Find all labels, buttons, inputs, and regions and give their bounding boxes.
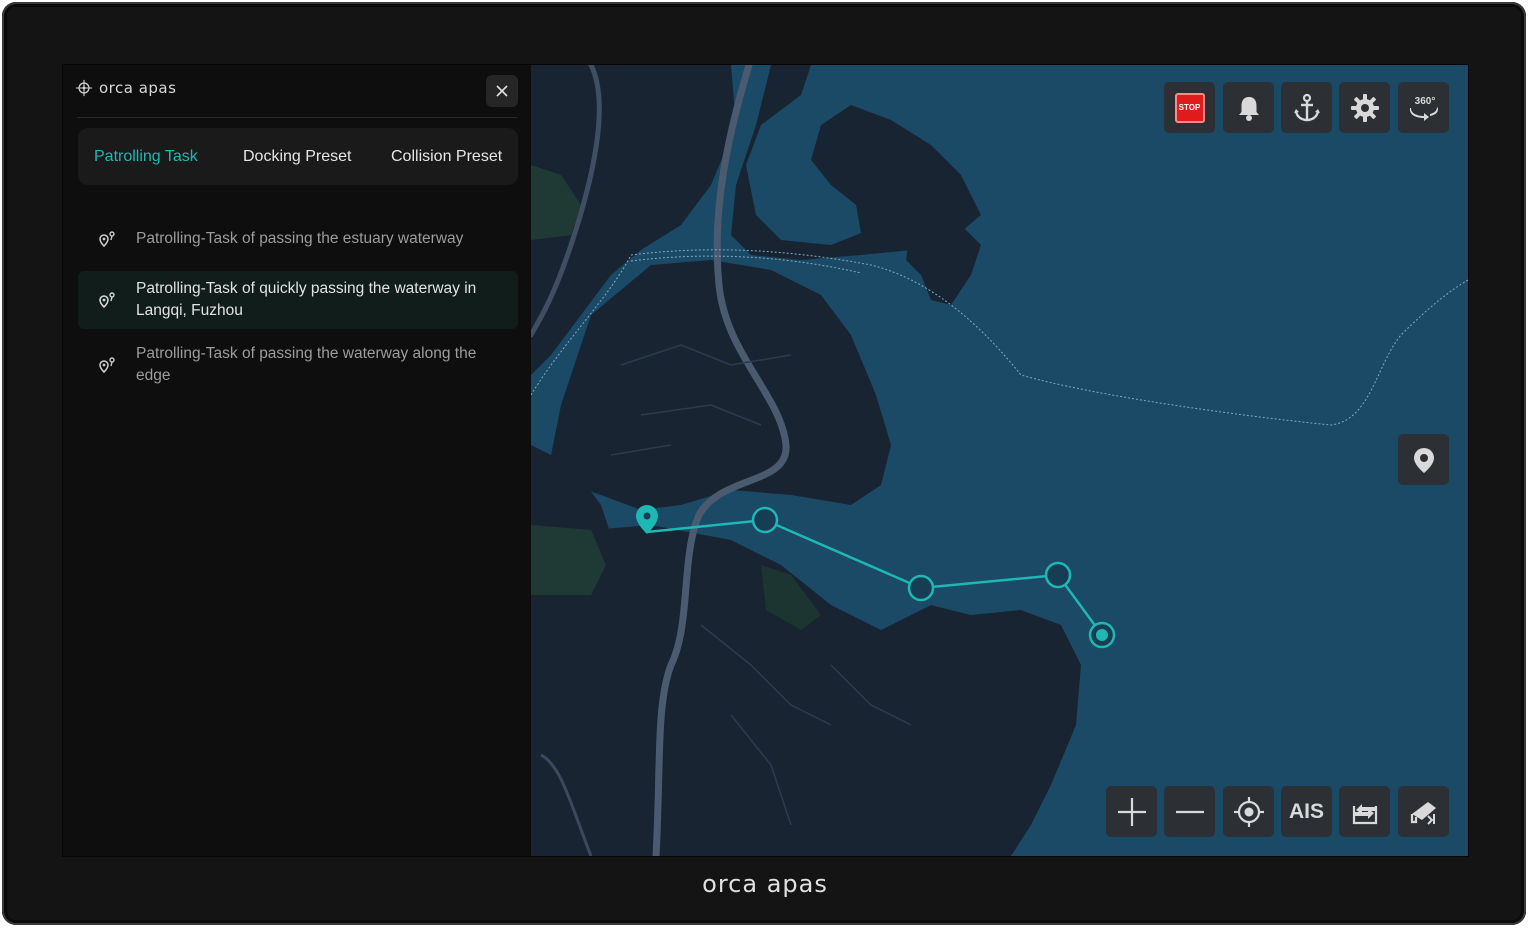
tab-docking-preset[interactable]: Docking Preset xyxy=(243,128,352,185)
task-item-estuary[interactable]: Patrolling-Task of passing the estuary w… xyxy=(78,207,518,271)
task-label: Patrolling-Task of passing the estuary w… xyxy=(136,230,464,247)
route-swap-button[interactable] xyxy=(1339,786,1390,837)
compass-logo-icon xyxy=(75,79,93,97)
brand-text: orca apas xyxy=(99,79,177,97)
task-label: Patrolling-Task of passing the waterway … xyxy=(136,345,477,384)
map-pin-icon xyxy=(1413,447,1434,473)
route-end-dot xyxy=(1096,629,1108,641)
map-canvas[interactable] xyxy=(531,65,1468,856)
view-360-label: 360° xyxy=(1414,96,1435,107)
crosshair-icon xyxy=(1233,796,1264,827)
stop-icon: STOP xyxy=(1174,92,1205,123)
tab-collision-preset[interactable]: Collision Preset xyxy=(391,128,502,185)
swap-icon xyxy=(1352,803,1377,824)
minus-icon xyxy=(1175,810,1204,813)
bell-icon xyxy=(1238,96,1259,121)
stop-button[interactable]: STOP xyxy=(1164,82,1215,133)
ais-label: AIS xyxy=(1288,799,1324,823)
route-waypoint[interactable] xyxy=(751,506,779,534)
screen: orca apas Patrolling Task Docking Preset… xyxy=(62,64,1469,857)
task-item-edge[interactable]: Patrolling-Task of passing the waterway … xyxy=(78,329,518,401)
map-view[interactable]: STOP 360° AIS xyxy=(531,65,1468,856)
brand-logo: orca apas xyxy=(75,79,176,97)
camera-button[interactable] xyxy=(1398,786,1449,837)
tab-patrolling-task[interactable]: Patrolling Task xyxy=(94,128,198,185)
route-waypoint[interactable] xyxy=(1044,561,1072,589)
zoom-out-button[interactable] xyxy=(1164,786,1215,837)
land-island xyxy=(906,215,981,305)
tab-bar: Patrolling Task Docking Preset Collision… xyxy=(78,128,518,185)
ais-button[interactable]: AIS xyxy=(1281,786,1332,837)
close-button[interactable] xyxy=(486,75,518,107)
close-icon xyxy=(496,85,508,97)
header-divider xyxy=(77,117,517,118)
task-item-langqi[interactable]: Patrolling-Task of quickly passing the w… xyxy=(78,271,518,329)
plus-icon xyxy=(1117,797,1146,826)
panel-header: orca apas xyxy=(63,65,531,117)
center-button[interactable] xyxy=(1223,786,1274,837)
rotate-360-icon: 360° xyxy=(1409,96,1438,121)
settings-button[interactable] xyxy=(1339,82,1390,133)
footer-brand: orca apas xyxy=(702,870,828,898)
view-360-button[interactable]: 360° xyxy=(1398,82,1449,133)
task-list: Patrolling-Task of passing the estuary w… xyxy=(78,207,518,401)
route-waypoint[interactable] xyxy=(907,574,935,602)
task-label: Patrolling-Task of quickly passing the w… xyxy=(136,280,477,319)
gear-icon xyxy=(1350,93,1379,122)
route-pin-icon xyxy=(99,231,115,248)
alarm-button[interactable] xyxy=(1223,82,1274,133)
anchor-icon xyxy=(1293,93,1320,121)
task-panel: orca apas Patrolling Task Docking Preset… xyxy=(63,65,531,856)
anchor-button[interactable] xyxy=(1281,82,1332,133)
zoom-in-button[interactable] xyxy=(1106,786,1157,837)
camera-icon xyxy=(1410,801,1436,825)
location-pin-button[interactable] xyxy=(1398,434,1449,485)
land-south xyxy=(531,525,1081,856)
route-pin-icon xyxy=(99,292,115,309)
route-pin-icon xyxy=(99,357,115,374)
